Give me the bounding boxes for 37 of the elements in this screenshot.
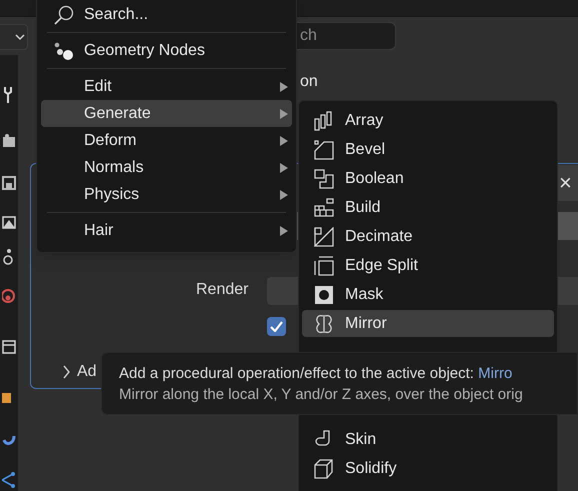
menu-item[interactable]: Skin: [302, 426, 554, 453]
bevel-icon: [314, 140, 334, 160]
boolean-icon: [314, 168, 334, 188]
close-button[interactable]: ×: [559, 172, 572, 194]
menu-item[interactable]: Deform: [41, 127, 292, 154]
bars-icon: [314, 110, 334, 130]
panel-title: on: [300, 72, 318, 92]
tooltip-detail: Mirror along the local X, Y and/or Z axes, over the object orig: [119, 385, 524, 404]
tooltip-description: Add a procedural operation/effect to the active object: Mirro: [119, 364, 514, 383]
render-label: Render: [196, 280, 248, 300]
menu-item[interactable]: Edit: [41, 73, 292, 100]
menu-item[interactable]: Array: [302, 107, 554, 134]
chevron-icon: [62, 365, 71, 379]
search-icon: [53, 4, 75, 26]
menu-item[interactable]: Mirror: [302, 310, 554, 337]
checkbox[interactable]: [267, 317, 286, 336]
menu-item[interactable]: Hair: [41, 217, 292, 244]
cube-icon: [314, 458, 334, 478]
menu-item[interactable]: Normals: [41, 154, 292, 181]
menu-item[interactable]: Bevel: [302, 136, 554, 163]
menu-item[interactable]: Physics: [41, 181, 292, 208]
menu-item[interactable]: Edge Split: [302, 252, 554, 279]
menu-item[interactable]: Generate: [41, 100, 292, 127]
menu-item[interactable]: Mask: [302, 281, 554, 308]
menu-item[interactable]: Solidify: [302, 455, 554, 482]
butterfly-icon: [314, 314, 334, 334]
menu-item[interactable]: Build: [302, 194, 554, 221]
nodes-icon[interactable]: [2, 470, 16, 488]
advanced-section-toggle[interactable]: Ad: [62, 361, 97, 383]
bricks-icon: [314, 198, 334, 218]
triangle-icon: [314, 226, 334, 246]
editor-type-dropdown[interactable]: [0, 24, 28, 50]
menu-item[interactable]: Boolean: [302, 165, 554, 192]
menu-item[interactable]: Decimate: [302, 223, 554, 250]
nodes-icon: [53, 41, 75, 61]
box-icon[interactable]: [2, 338, 16, 356]
chevron-icon: [15, 33, 25, 41]
